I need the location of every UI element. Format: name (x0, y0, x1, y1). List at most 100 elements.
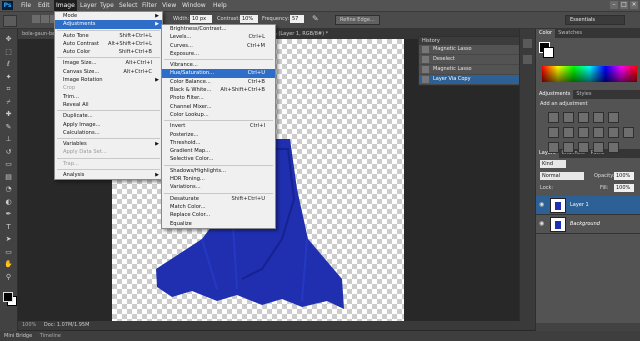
history-panel-icon[interactable] (523, 39, 532, 48)
width-field[interactable]: 10 px (190, 15, 212, 23)
menu-item-color-lookup[interactable]: Color Lookup... (162, 111, 275, 119)
menu-filter[interactable]: Filter (140, 0, 159, 11)
menu-item-image-size[interactable]: Image Size... Alt+Ctrl+I (55, 59, 162, 67)
gradient-map-icon[interactable] (593, 142, 604, 153)
menu-item-curves[interactable]: Curves... Ctrl+M (162, 42, 275, 50)
menu-item-replace-color[interactable]: Replace Color... (162, 211, 275, 219)
menu-item-auto-contrast[interactable]: Auto Contrast Alt+Shift+Ctrl+L (55, 40, 162, 48)
menu-item-posterize[interactable]: Posterize... (162, 131, 275, 139)
menu-item-desaturate[interactable]: Desaturate Shift+Ctrl+U (162, 195, 275, 203)
shape-tool-icon[interactable]: ▭ (3, 248, 14, 257)
tab-swatches[interactable]: Swatches (555, 29, 585, 38)
mini-bridge-tab[interactable]: Mini Bridge (4, 333, 32, 339)
menu-item-reveal-all[interactable]: Reveal All (55, 101, 162, 109)
vibrance-icon[interactable] (608, 112, 619, 123)
menu-item-auto-tone[interactable]: Auto Tone Shift+Ctrl+L (55, 32, 162, 40)
menu-item-photo-filter[interactable]: Photo Filter... (162, 94, 275, 102)
layer-filter-kind[interactable]: Kind (540, 160, 566, 168)
frequency-field[interactable]: 57 (290, 15, 304, 23)
invert-icon[interactable] (548, 142, 559, 153)
history-state[interactable]: Deselect (419, 55, 519, 65)
eyedropper-icon[interactable]: ⌿ (3, 98, 14, 107)
tab-color[interactable]: Color (536, 29, 556, 38)
visibility-eye-icon[interactable]: ◉ (539, 201, 544, 208)
menu-item-black-white[interactable]: Black & White... Alt+Shift+Ctrl+B (162, 86, 275, 94)
path-select-icon[interactable]: ➤ (3, 235, 14, 244)
visibility-eye-icon[interactable]: ◉ (539, 220, 544, 227)
dodge-tool-icon[interactable]: ◐ (3, 198, 14, 207)
crop-tool-icon[interactable]: ⌗ (3, 85, 14, 94)
menu-item-hdr-toning[interactable]: HDR Toning... (162, 175, 275, 183)
menu-item-calculations[interactable]: Calculations... (55, 129, 162, 137)
layer-row[interactable]: ◉ Layer 1 (536, 196, 640, 215)
maximize-icon[interactable]: □ (620, 1, 628, 9)
brush-tool-icon[interactable]: ✎ (3, 123, 14, 132)
lasso-tool-icon[interactable]: ℓ (3, 60, 14, 69)
close-icon[interactable]: × (630, 1, 638, 9)
refine-edge-button[interactable]: Refine Edge... (335, 15, 380, 25)
menu-item-exposure[interactable]: Exposure... (162, 50, 275, 58)
menu-item-selective-color[interactable]: Selective Color... (162, 155, 275, 163)
menu-item-levels[interactable]: Levels... Ctrl+L (162, 33, 275, 41)
menu-item-match-color[interactable]: Match Color... (162, 203, 275, 211)
photo-filter-icon[interactable] (593, 127, 604, 138)
menu-item-adjustments[interactable]: Adjustments ▶ (55, 20, 162, 29)
hue-saturation-icon[interactable] (548, 127, 559, 138)
pen-tool-icon[interactable]: ✒ (3, 210, 14, 219)
menu-item-analysis[interactable]: Analysis ▶ (55, 171, 162, 179)
menu-item-threshold[interactable]: Threshold... (162, 139, 275, 147)
menu-item-vibrance[interactable]: Vibrance... (162, 61, 275, 69)
menu-item-brightness-contrast[interactable]: Brightness/Contrast... (162, 25, 275, 33)
blur-tool-icon[interactable]: ◔ (3, 185, 14, 194)
menu-item-color-balance[interactable]: Color Balance... Ctrl+B (162, 78, 275, 86)
curves-icon[interactable] (578, 112, 589, 123)
menu-item-mode[interactable]: Mode ▶ (55, 12, 162, 20)
menu-type[interactable]: Type (98, 0, 116, 11)
menu-item-variables[interactable]: Variables ▶ (55, 140, 162, 148)
menu-window[interactable]: Window (180, 0, 208, 11)
zoom-level[interactable]: 100% (22, 322, 36, 328)
minimize-icon[interactable]: – (610, 1, 618, 9)
background-color-swatch[interactable] (543, 47, 554, 58)
menu-image[interactable]: Image (54, 0, 77, 11)
workspace-select[interactable]: Essentials (565, 15, 625, 25)
menu-item-auto-color[interactable]: Auto Color Shift+Ctrl+B (55, 48, 162, 56)
pen-pressure-icon[interactable]: ✎ (312, 14, 322, 24)
marquee-tool-icon[interactable]: ⬚ (3, 48, 14, 57)
fill-field[interactable]: 100% (614, 184, 634, 192)
zoom-tool-icon[interactable]: ⚲ (3, 273, 14, 282)
move-tool-icon[interactable]: ✥ (3, 35, 14, 44)
channel-mixer-icon[interactable] (608, 127, 619, 138)
eraser-icon[interactable]: ▭ (3, 160, 14, 169)
menu-item-apply-image[interactable]: Apply Image... (55, 121, 162, 129)
layer-row[interactable]: ◉ Background (536, 215, 640, 234)
history-state[interactable]: Magnetic Lasso (419, 65, 519, 75)
color-lookup-icon[interactable] (623, 127, 634, 138)
threshold-icon[interactable] (578, 142, 589, 153)
black-white-icon[interactable] (578, 127, 589, 138)
selective-color-icon[interactable] (608, 142, 619, 153)
menu-item-canvas-size[interactable]: Canvas Size... Alt+Ctrl+C (55, 68, 162, 76)
history-brush-icon[interactable]: ↺ (3, 148, 14, 157)
foreground-color-icon[interactable] (3, 292, 13, 302)
levels-icon[interactable] (563, 112, 574, 123)
contrast-field[interactable]: 10% (240, 15, 258, 23)
posterize-icon[interactable] (563, 142, 574, 153)
menu-edit[interactable]: Edit (36, 0, 52, 11)
history-state[interactable]: Magnetic Lasso (419, 45, 519, 55)
menu-item-shadows-highlights[interactable]: Shadows/Highlights... (162, 167, 275, 175)
menu-select[interactable]: Select (117, 0, 140, 11)
timeline-tab[interactable]: Timeline (40, 333, 61, 339)
blend-mode-select[interactable]: Normal (540, 172, 584, 180)
menu-item-hue-saturation[interactable]: Hue/Saturation... Ctrl+U (162, 69, 275, 78)
quick-select-icon[interactable]: ✦ (3, 73, 14, 82)
properties-panel-icon[interactable] (523, 55, 532, 64)
opacity-field[interactable]: 100% (614, 172, 634, 180)
menu-item-image-rotation[interactable]: Image Rotation ▶ (55, 76, 162, 84)
exposure-icon[interactable] (593, 112, 604, 123)
menu-item-invert[interactable]: Invert Ctrl+I (162, 122, 275, 130)
menu-item-equalize[interactable]: Equalize (162, 220, 275, 228)
menu-item-duplicate[interactable]: Duplicate... (55, 112, 162, 120)
menu-item-trim[interactable]: Trim... (55, 93, 162, 101)
menu-item-variations[interactable]: Variations... (162, 183, 275, 191)
